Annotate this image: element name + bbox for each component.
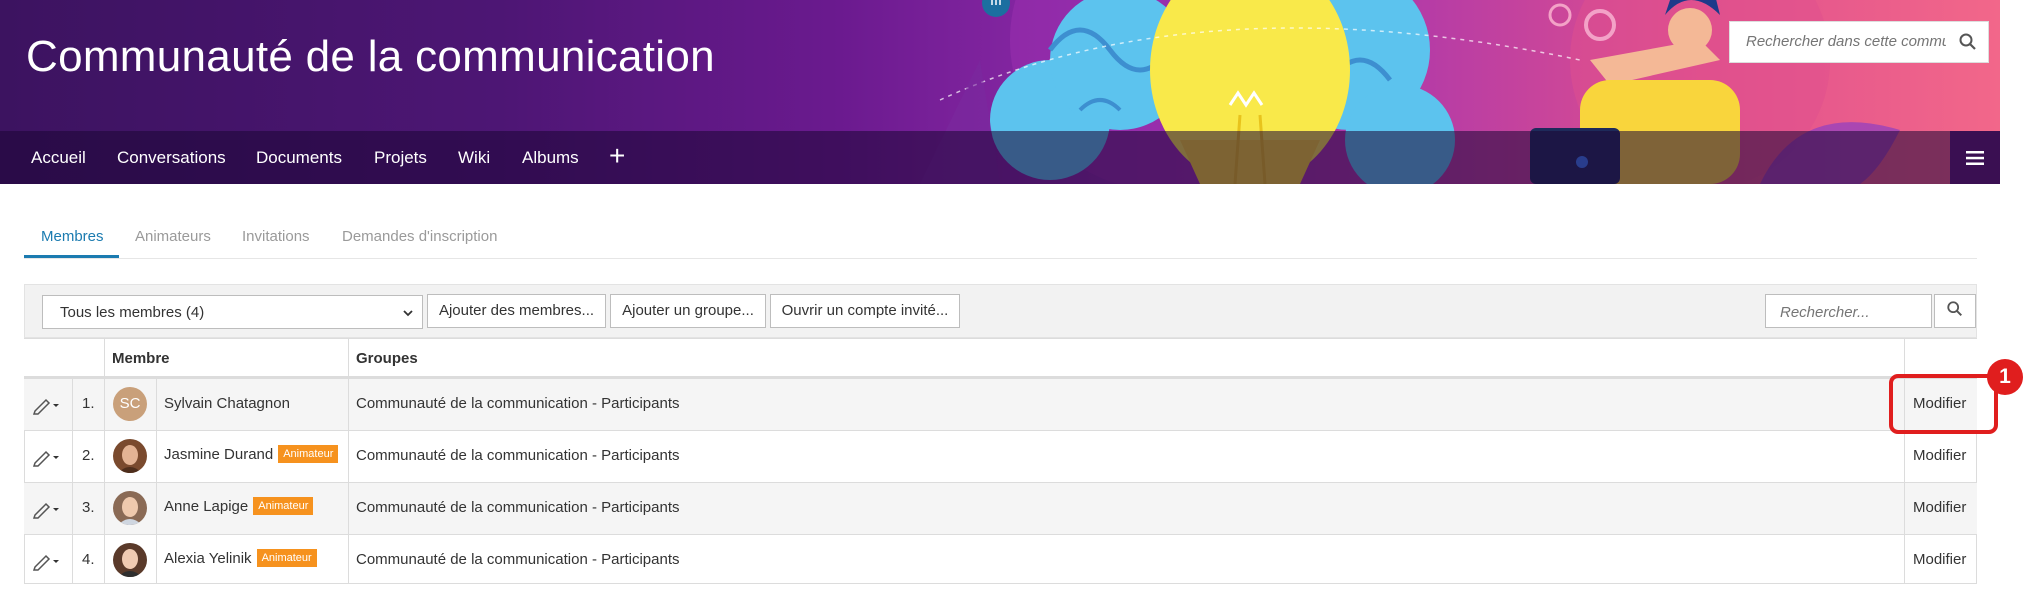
column-divider [1904,431,1905,482]
tab-demandes-inscription[interactable]: Demandes d'inscription [342,228,497,245]
row-number: 1. [82,395,95,412]
member-name[interactable]: Sylvain Chatagnon [164,395,290,412]
member-search-field[interactable] [1765,294,1932,328]
nav-item-albums[interactable]: Albums [522,148,579,168]
nav-item-accueil[interactable]: Accueil [31,148,86,168]
member-group: Communauté de la communication - Partici… [356,395,680,412]
row-number: 4. [82,551,95,568]
member-name-cell: Anne Lapige Animateur [164,497,314,516]
table-row: 2. Jasmine Durand Animateur Communauté de… [24,430,1977,482]
member-filter-value: Tous les membres (4) [60,304,205,321]
member-name[interactable]: Jasmine Durand [164,446,273,463]
member-filter-select[interactable]: Tous les membres (4) [42,295,423,329]
pencil-dropdown-icon[interactable] [32,447,62,467]
tab-membres[interactable]: Membres [41,228,104,245]
member-group: Communauté de la communication - Partici… [356,551,680,568]
add-group-button[interactable]: Ajouter un groupe... [610,294,766,328]
column-divider [156,483,157,534]
modify-button[interactable]: Modifier [1913,551,1966,568]
column-divider [348,483,349,534]
column-divider [104,431,105,482]
member-name-cell: Jasmine Durand Animateur [164,445,339,464]
column-divider [1904,535,1905,584]
animateur-badge: Animateur [278,445,339,464]
community-banner: Communauté de la communication Accueil C… [0,0,2000,184]
menu-hamburger-icon[interactable] [1950,131,2000,184]
table-row: 3. Anne Lapige Animateur Communauté de la… [24,482,1977,534]
member-group: Communauté de la communication - Partici… [356,447,680,464]
add-nav-plus-icon[interactable]: + [609,142,625,170]
column-divider [156,431,157,482]
nav-item-documents[interactable]: Documents [256,148,342,168]
column-divider [156,535,157,584]
add-members-button[interactable]: Ajouter des membres... [427,294,606,328]
column-divider [156,379,157,430]
column-divider [104,535,105,584]
page-title: Communauté de la communication [26,32,715,81]
tab-animateurs[interactable]: Animateurs [135,228,211,245]
member-search-button[interactable] [1934,294,1976,328]
callout-number-badge: 1 [1987,359,2023,395]
tabs-divider [24,258,1977,259]
search-icon[interactable] [1958,32,1978,57]
tab-invitations[interactable]: Invitations [242,228,310,245]
column-divider [72,535,73,584]
search-icon [1946,300,1964,323]
column-divider [72,483,73,534]
avatar[interactable]: SC [113,387,147,421]
column-divider [348,535,349,584]
column-divider [104,379,105,430]
member-name[interactable]: Alexia Yelinik [164,550,252,567]
column-divider [348,339,349,376]
member-name-cell: Alexia Yelinik Animateur [164,549,317,568]
pencil-dropdown-icon[interactable] [32,499,62,519]
avatar[interactable] [113,439,147,473]
member-group: Communauté de la communication - Partici… [356,499,680,516]
avatar[interactable] [113,491,147,525]
column-divider [72,431,73,482]
column-divider [348,379,349,430]
column-header-groups[interactable]: Groupes [356,350,418,367]
callout-highlight-box [1889,374,1998,434]
member-name[interactable]: Anne Lapige [164,498,248,515]
table-row: 1. SC Sylvain Chatagnon Communauté de la… [24,378,1977,430]
column-header-member[interactable]: Membre [112,350,170,367]
pencil-dropdown-icon[interactable] [32,551,62,571]
row-number: 2. [82,447,95,464]
modify-button[interactable]: Modifier [1913,499,1966,516]
modify-button[interactable]: Modifier [1913,447,1966,464]
column-divider [72,379,73,430]
chevron-down-icon [402,306,414,323]
community-search-input[interactable] [1744,32,1948,51]
column-divider [1904,483,1905,534]
active-tab-indicator [24,255,119,258]
animateur-badge: Animateur [256,549,317,568]
column-divider [1904,339,1905,376]
nav-item-wiki[interactable]: Wiki [458,148,490,168]
column-divider [104,339,105,376]
member-search-input[interactable] [1778,303,1922,322]
nav-item-conversations[interactable]: Conversations [117,148,226,168]
row-number: 3. [82,499,95,516]
table-row: 4. Alexia Yelinik Animateur Communauté de… [24,534,1977,584]
column-divider [104,483,105,534]
column-divider [348,431,349,482]
nav-item-projets[interactable]: Projets [374,148,427,168]
table-header-row: Membre Groupes [24,338,1977,378]
animateur-badge: Animateur [253,497,314,516]
open-guest-account-button[interactable]: Ouvrir un compte invité... [770,294,960,328]
avatar[interactable] [113,543,147,577]
pencil-dropdown-icon[interactable] [32,395,62,415]
community-search-field[interactable] [1729,21,1989,63]
